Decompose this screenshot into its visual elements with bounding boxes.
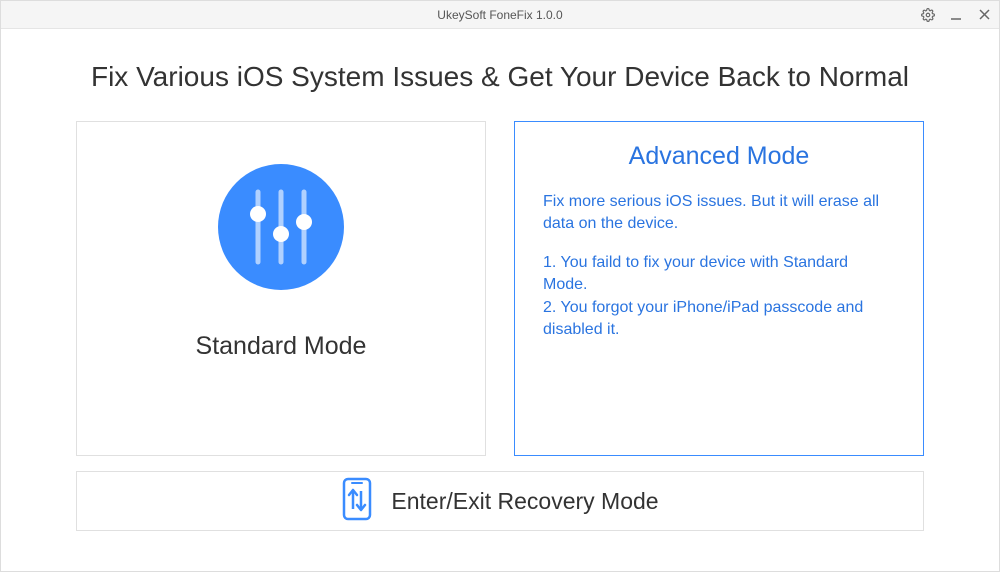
page-title: Fix Various iOS System Issues & Get Your… [71, 61, 929, 93]
recovery-mode-button[interactable]: Enter/Exit Recovery Mode [76, 471, 924, 531]
titlebar: UkeySoft FoneFix 1.0.0 [1, 1, 999, 29]
minimize-button[interactable] [949, 8, 963, 22]
window-title: UkeySoft FoneFix 1.0.0 [1, 8, 999, 22]
advanced-mode-card[interactable]: Advanced Mode Fix more serious iOS issue… [514, 121, 924, 456]
settings-icon[interactable] [921, 8, 935, 22]
main-content: Fix Various iOS System Issues & Get Your… [1, 29, 999, 541]
advanced-mode-points: 1. You faild to fix your device with Sta… [543, 252, 895, 342]
phone-arrows-icon [341, 477, 373, 526]
window-controls [921, 1, 991, 28]
advanced-mode-point-1: 1. You faild to fix your device with Sta… [543, 252, 895, 297]
recovery-mode-label: Enter/Exit Recovery Mode [391, 488, 658, 515]
advanced-mode-description: Fix more serious iOS issues. But it will… [543, 191, 895, 236]
advanced-mode-title: Advanced Mode [543, 142, 895, 171]
close-button[interactable] [977, 8, 991, 22]
advanced-mode-point-2: 2. You forgot your iPhone/iPad passcode … [543, 297, 895, 342]
standard-mode-label: Standard Mode [196, 332, 367, 361]
standard-mode-card[interactable]: Standard Mode [76, 121, 486, 456]
sliders-icon [216, 162, 346, 297]
mode-cards: Standard Mode Advanced Mode Fix more ser… [71, 121, 929, 456]
